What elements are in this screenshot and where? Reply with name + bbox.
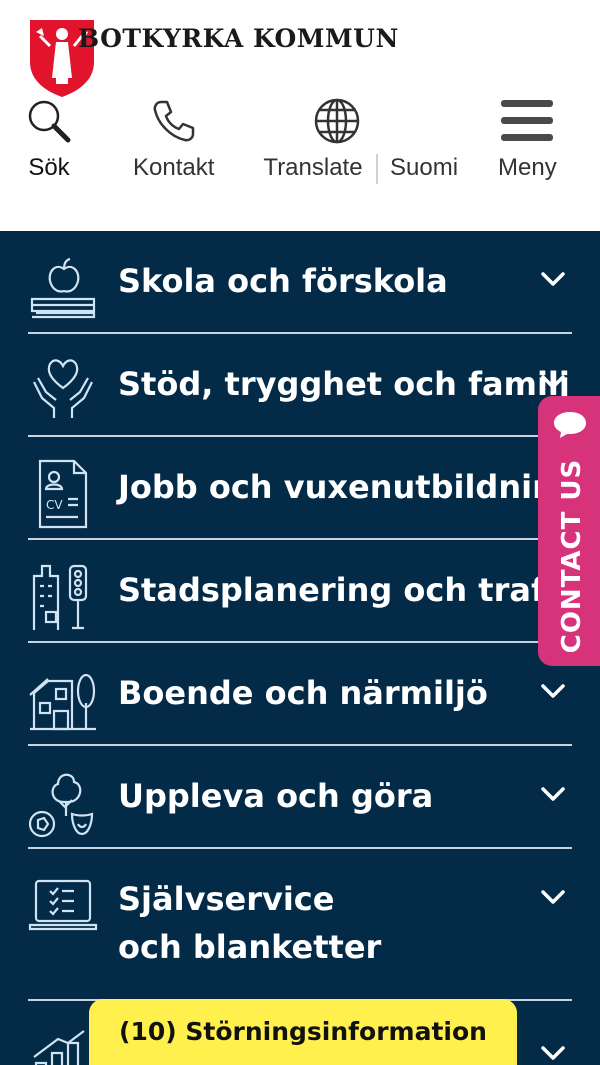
bar-chart-icon [33, 1030, 85, 1065]
hands-heart-icon [33, 359, 93, 418]
main-navigation: Skola och förskola Stöd, trygghet och fa… [0, 231, 600, 1065]
chevron-down-icon [541, 375, 565, 389]
nav-item-label: Stöd, trygghet och familj [118, 365, 570, 403]
house-tree-icon [29, 673, 96, 731]
chevron-down-icon [541, 272, 565, 286]
nav-item-label-line2: och blanketter [118, 928, 382, 966]
cv-document-icon: CV [38, 459, 88, 529]
disruption-info-label: (10) Störningsinformation [119, 1017, 487, 1046]
nav-item-skola[interactable]: Skola och förskola [28, 253, 572, 334]
site-header: BOTKYRKA KOMMUN Sök Kontakt Translate Su… [0, 0, 600, 231]
contact-us-label: CONTACT US [557, 458, 587, 654]
nav-item-jobb[interactable]: CV Jobb och vuxenutbildning [28, 437, 578, 540]
svg-text:CV: CV [46, 498, 63, 512]
nav-item-label: Stadsplanering och trafik [118, 571, 576, 609]
apple-book-icon [30, 257, 96, 319]
translate-button[interactable]: Translate [262, 94, 364, 182]
toolbar-divider [376, 154, 378, 184]
nav-item-stod[interactable]: Stöd, trygghet och familj [28, 334, 572, 437]
finnish-language-link[interactable]: Suomi [390, 154, 458, 182]
phone-icon [147, 94, 201, 148]
finnish-label: Suomi [390, 154, 459, 181]
contact-button[interactable]: Kontakt [133, 94, 214, 182]
brand-name: BOTKYRKA KOMMUN [78, 24, 399, 53]
search-button[interactable]: Sök [22, 94, 76, 182]
tree-ball-masks-icon [28, 773, 94, 838]
nav-item-label: Uppleva och göra [118, 777, 434, 815]
nav-item-label-line1: Självservice [118, 880, 335, 918]
chevron-down-icon [541, 1046, 565, 1060]
header-toolbar: Sök Kontakt Translate Suomi Meny [0, 94, 600, 194]
nav-item-stadsplanering[interactable]: Stadsplanering och trafik [28, 540, 576, 643]
nav-item-uppleva[interactable]: Uppleva och göra [28, 746, 572, 849]
translate-label: Translate [263, 154, 363, 181]
nav-item-sjalvservice[interactable]: Självservice och blanketter [28, 849, 572, 1001]
contact-label: Kontakt [133, 154, 215, 181]
chevron-down-icon [541, 684, 565, 698]
nav-item-label: Skola och förskola [118, 262, 448, 300]
disruption-info-button[interactable]: (10) Störningsinformation [89, 999, 517, 1065]
city-traffic-light-icon [32, 564, 88, 630]
menu-button[interactable]: Meny [498, 94, 557, 182]
nav-item-label: Boende och närmiljö [118, 674, 488, 712]
nav-item-boende[interactable]: Boende och närmiljö [28, 643, 572, 746]
search-icon [22, 94, 76, 148]
menu-label: Meny [498, 154, 557, 181]
globe-icon [310, 94, 364, 148]
nav-item-label: Jobb och vuxenutbildning [118, 468, 578, 506]
contact-us-tab[interactable]: CONTACT US [538, 396, 600, 666]
hamburger-icon [500, 94, 554, 148]
chat-bubble-icon [554, 412, 586, 438]
chevron-down-icon [541, 890, 565, 904]
chevron-down-icon [541, 787, 565, 801]
search-label: Sök [28, 154, 70, 181]
laptop-checklist-icon [28, 879, 98, 931]
